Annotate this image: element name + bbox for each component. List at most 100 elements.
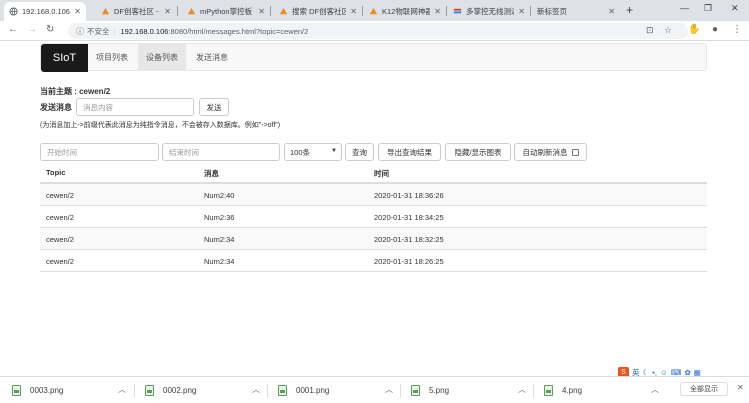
cell-message: Num2:34 [204,257,235,266]
url-host: 192.168.0.106 [120,26,169,36]
close-icon[interactable]: ✕ [608,7,615,16]
table-row: cewen/2 Num2:40 2020-01-31 18:36:26 [40,184,707,206]
tab-new[interactable]: 新标签页 ✕ [532,2,620,21]
header-time: 时间 [374,169,389,178]
back-icon[interactable]: ← [8,24,18,35]
browser-toolbar: ← → ↻ ⓘ 不安全 | 192.168.0.106:8080/html/me… [0,21,749,41]
cell-topic: cewen/2 [46,213,74,222]
download-item[interactable]: 5.png [411,382,449,399]
tab-title: 新标签页 [537,7,567,16]
tab-separator [362,6,363,16]
cell-topic: cewen/2 [46,191,74,200]
auto-refresh-checkbox[interactable] [571,148,579,156]
tab-k12[interactable]: K12物联网神器 ✕ [364,2,446,21]
tab-title: 搜索 DF创客社区 [292,7,347,16]
nav-send-message[interactable]: 发送消息 [188,44,236,71]
nav-project-list[interactable]: 项目列表 [88,44,136,71]
table-row: cewen/2 Num2:36 2020-01-31 18:34:25 [40,206,707,228]
globe-icon [9,7,18,16]
url-path: :8080/html/messages.html?topic=cewen/2 [168,26,309,36]
divider: | [113,26,116,36]
download-item[interactable]: 0003.png [12,382,63,399]
brand-logo[interactable]: SIoT [41,44,88,72]
cell-time: 2020-01-31 18:32:25 [374,235,444,244]
send-button[interactable]: 发送 [199,98,229,116]
browser-tab-strip: 192.168.0.106: ✕ DF创客社区 - 分 ✕ mPython掌控板… [0,0,749,21]
df-logo-icon [187,7,196,16]
account-icon[interactable]: ● [712,24,718,35]
tab-separator [446,6,447,16]
minimize-icon[interactable]: — [680,3,689,13]
restore-icon[interactable]: ❐ [704,3,712,14]
menu-icon[interactable]: ⋮ [732,24,742,35]
divider [134,384,135,397]
download-item[interactable]: 0001.png [278,382,329,399]
address-bar[interactable]: ⓘ 不安全 | 192.168.0.106:8080/html/messages… [68,23,688,39]
table-row: cewen/2 Num2:34 2020-01-31 18:26:25 [40,250,707,272]
current-topic: 当前主题 : cewen/2 [40,87,111,96]
chevron-up-icon[interactable]: ︿ [518,384,526,395]
cell-topic: cewen/2 [46,257,74,266]
close-icon[interactable]: ✕ [737,383,744,392]
download-item[interactable]: 4.png [544,382,582,399]
info-icon[interactable]: ⓘ [76,26,84,37]
df-logo-icon [279,7,288,16]
tab-search[interactable]: 搜索 DF创客社区 ✕ [274,2,362,21]
cell-time: 2020-01-31 18:26:25 [374,257,444,266]
star-icon[interactable]: ☆ [664,25,672,36]
tab-separator [270,6,271,16]
download-filename: 0001.png [296,386,330,395]
tab-title: mPython掌控板 [200,7,253,16]
close-icon[interactable]: ✕ [350,7,357,16]
translate-icon[interactable]: ⊡ [646,25,654,36]
tab-df-community[interactable]: DF创客社区 - 分 ✕ [96,2,176,21]
chevron-up-icon[interactable]: ︿ [252,384,260,395]
divider [267,384,268,397]
tab-title: DF创客社区 - 分 [114,7,160,16]
nav-device-list[interactable]: 设备列表 [138,44,186,71]
chevron-up-icon[interactable]: ︿ [118,384,126,395]
tab-title: 多掌控无线测温 [466,7,515,16]
close-icon[interactable]: ✕ [258,7,265,16]
cell-time: 2020-01-31 18:34:25 [374,213,444,222]
header-topic: Topic [46,168,66,177]
df-logo-icon [101,7,110,16]
reload-icon[interactable]: ↻ [46,24,54,35]
chevron-up-icon[interactable]: ︿ [385,384,393,395]
download-filename: 5.png [429,386,450,395]
end-time-input[interactable] [162,143,280,161]
close-icon[interactable]: ✕ [434,7,441,16]
export-button[interactable]: 导出查询结果 [378,143,441,161]
tab-wireless-temp[interactable]: 多掌控无线测温 ✕ [448,2,530,21]
start-time-input[interactable] [40,143,159,161]
chevron-up-icon[interactable]: ︿ [651,384,659,395]
show-all-downloads-button[interactable]: 全部显示 [680,382,728,396]
extension-icon[interactable]: ✋ [688,24,700,35]
cell-topic: cewen/2 [46,235,74,244]
table-row: cewen/2 Num2:34 2020-01-31 18:32:25 [40,228,707,250]
message-input[interactable] [76,98,194,116]
close-icon[interactable]: ✕ [164,7,171,16]
image-file-icon [12,385,21,396]
tab-messages[interactable]: 192.168.0.106: ✕ [4,2,86,21]
toggle-chart-button[interactable]: 隐藏/显示图表 [445,143,511,161]
close-icon[interactable]: ✕ [518,7,525,16]
divider [400,384,401,397]
download-filename: 4.png [562,386,583,395]
image-file-icon [544,385,553,396]
cell-message: Num2:40 [204,191,235,200]
close-icon[interactable]: ✕ [74,7,81,16]
cell-time: 2020-01-31 18:36:26 [374,191,444,200]
tab-mpython[interactable]: mPython掌控板 ✕ [182,2,270,21]
new-tab-icon[interactable]: + [626,3,633,17]
auto-refresh-toggle[interactable]: 自动刷新消息 [514,143,587,161]
limit-select[interactable]: 100条 ▼ [284,143,342,161]
query-button[interactable]: 查询 [345,143,374,161]
page-navbar: SIoT 项目列表 设备列表 发送消息 [40,43,707,72]
image-file-icon [411,385,420,396]
forward-icon[interactable]: → [27,24,37,35]
tab-title: 192.168.0.106: [22,7,71,16]
bookmark-icon [453,7,462,16]
download-item[interactable]: 0002.png [145,382,196,399]
close-window-icon[interactable]: ✕ [731,3,739,14]
